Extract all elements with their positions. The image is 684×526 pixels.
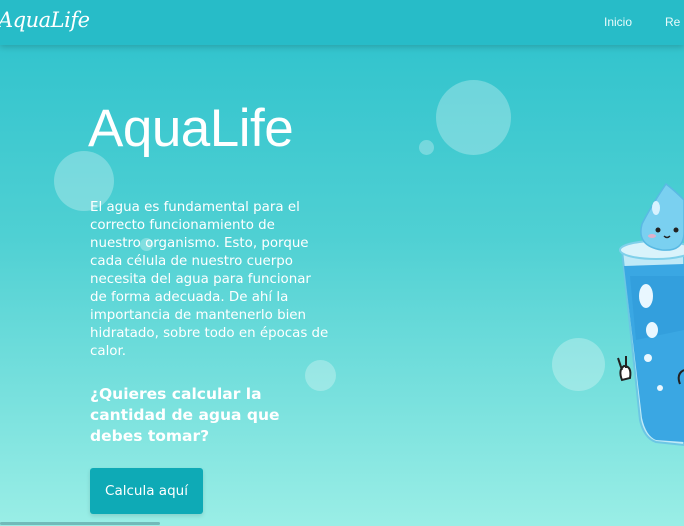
navbar: AquaLife Inicio Re: [0, 0, 684, 45]
bubble-decoration: [419, 140, 434, 155]
bubble-decoration: [436, 80, 511, 155]
hero-description: El agua es fundamental para el correcto …: [90, 200, 329, 359]
bubble-decoration: [552, 338, 605, 391]
hero-title: AquaLife: [88, 99, 294, 158]
water-glass-mascot-icon: [617, 182, 684, 447]
nav-link-inicio[interactable]: Inicio: [604, 15, 632, 29]
bubble-decoration: [305, 360, 336, 391]
hero-question: ¿Quieres calcular la cantidad de agua qu…: [90, 385, 280, 445]
calculate-button[interactable]: Calcula aquí: [90, 468, 203, 514]
scroll-indicator: [0, 522, 160, 525]
brand-logo[interactable]: AquaLife: [0, 8, 90, 32]
nav-link-second[interactable]: Re: [665, 15, 680, 29]
